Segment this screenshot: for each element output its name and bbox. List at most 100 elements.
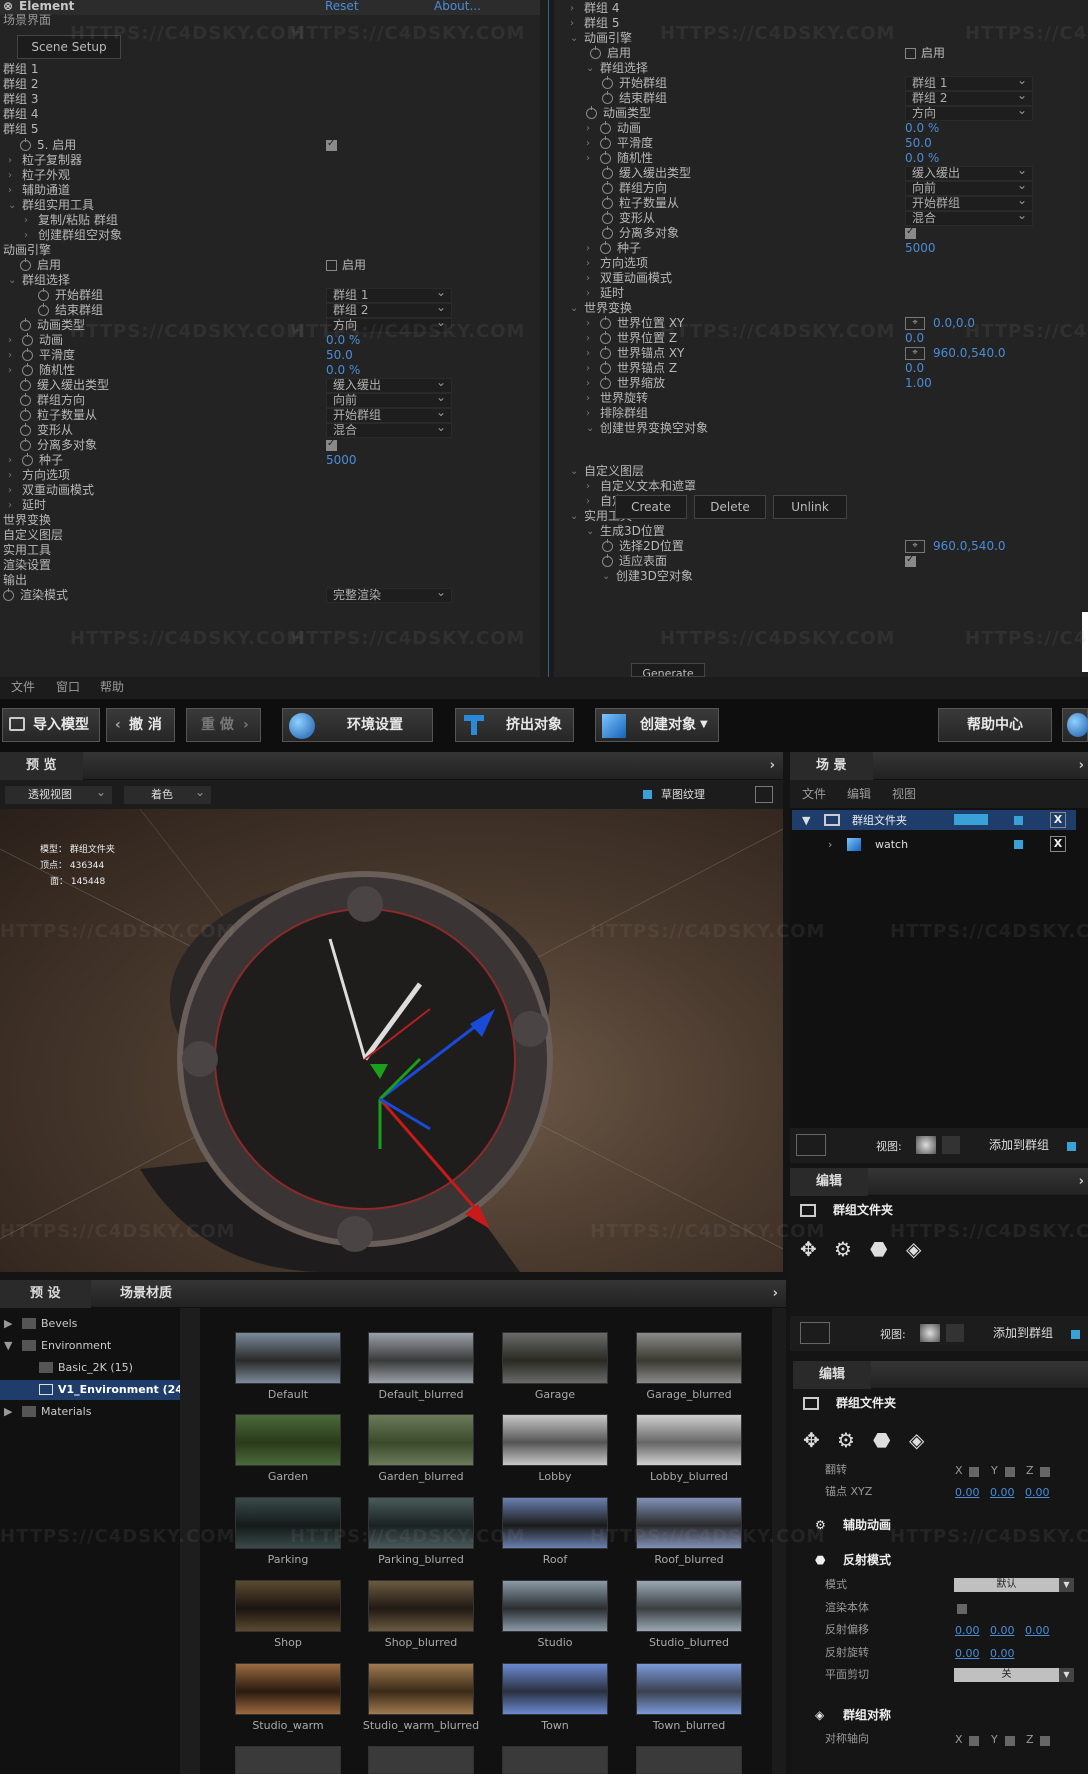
scale-icon-2[interactable]: ⬣	[873, 1429, 890, 1451]
right-checkbox[interactable]	[905, 554, 916, 567]
mirror-label[interactable]: 群组对称	[843, 1707, 891, 1724]
viewport[interactable]: 模型： 群组文件夹 顶点： 436344 面： 145448	[0, 809, 783, 1272]
tab-edit-2[interactable]: 编辑	[793, 1361, 872, 1389]
import-model-button[interactable]: 导入模型	[2, 708, 100, 742]
scene-add-group[interactable]: 添加到群组	[989, 1137, 1049, 1154]
preset-thumbnail[interactable]	[368, 1332, 474, 1384]
scene-menu-view[interactable]: 视图	[892, 786, 916, 803]
stopwatch-icon[interactable]	[3, 588, 14, 601]
right-dropdown[interactable]: 向前	[905, 179, 1033, 196]
right-dropdown[interactable]: 混合	[905, 209, 1033, 226]
stopwatch-icon[interactable]	[600, 376, 611, 389]
collapse-chevron-icon[interactable]: ⌄	[586, 420, 594, 437]
preset-thumbnail[interactable]	[235, 1746, 341, 1774]
create-button[interactable]: Create	[615, 495, 687, 519]
menu-file[interactable]: 文件	[11, 679, 35, 696]
ref-rot-x[interactable]: 0.00	[955, 1645, 980, 1662]
left-dropdown[interactable]: 开始群组	[326, 406, 452, 423]
preset-thumbnail[interactable]	[368, 1746, 474, 1774]
collapse-chevron-icon[interactable]: ⌄	[8, 197, 16, 214]
edit-arrow-icon[interactable]: ›	[1079, 1168, 1084, 1196]
right-enable-checkbox[interactable]	[905, 48, 916, 59]
point-value[interactable]: 960.0,540.0	[933, 538, 1006, 555]
enable-checkbox[interactable]	[326, 138, 337, 151]
move-icon-2[interactable]: ✥	[803, 1429, 820, 1451]
plane-clip-select[interactable]: 关	[954, 1668, 1059, 1682]
stopwatch-icon[interactable]	[600, 121, 611, 134]
stopwatch-icon[interactable]	[590, 46, 601, 59]
scene-row-watch[interactable]: › watch X	[792, 834, 1076, 854]
delete-button[interactable]: Delete	[694, 495, 766, 519]
collapse-chevron-icon[interactable]: ⌄	[570, 300, 578, 317]
right-dropdown[interactable]: 缓入缓出	[905, 164, 1033, 181]
right-dropdown[interactable]: 群组 2	[905, 89, 1033, 106]
stopwatch-icon[interactable]	[602, 196, 613, 209]
left-dropdown[interactable]: 群组 2	[326, 301, 452, 318]
view-mode-dropdown[interactable]: 透视视图	[5, 784, 112, 804]
tab-edit[interactable]: 编辑	[790, 1168, 869, 1196]
tree-materials[interactable]: ▶ Materials	[0, 1402, 180, 1422]
reset-link[interactable]: Reset	[325, 0, 359, 15]
stopwatch-icon[interactable]	[22, 333, 33, 346]
collapse-chevron-icon[interactable]: ⌄	[570, 508, 578, 525]
tree-v1-environment[interactable]: V1_Environment (24)	[0, 1380, 188, 1400]
ref-rot-y[interactable]: 0.00	[990, 1645, 1015, 1662]
right-checkbox[interactable]	[905, 226, 916, 239]
right-value[interactable]: 1.00	[905, 375, 932, 392]
preset-thumbnail[interactable]	[368, 1663, 474, 1715]
preset-thumbnail[interactable]	[368, 1580, 474, 1632]
flip-z-check[interactable]	[1040, 1467, 1050, 1477]
stopwatch-icon[interactable]	[20, 438, 31, 451]
enable-checkbox[interactable]	[326, 260, 337, 271]
extra-globe-button[interactable]	[1062, 708, 1088, 742]
preset-thumbnail[interactable]	[636, 1332, 742, 1384]
right-value[interactable]: 5000	[905, 240, 936, 257]
aux-anim-label[interactable]: 辅助动画	[843, 1517, 891, 1534]
stopwatch-icon[interactable]	[602, 554, 613, 567]
preset-thumbnail[interactable]	[502, 1414, 608, 1466]
stopwatch-icon[interactable]	[602, 181, 613, 194]
collapse-chevron-icon[interactable]: ⌄	[586, 523, 594, 540]
stopwatch-icon[interactable]	[586, 106, 597, 119]
anchor-x[interactable]: 0.00	[955, 1484, 980, 1501]
ref-offset-z[interactable]: 0.00	[1025, 1622, 1050, 1639]
rotate-gear-icon[interactable]: ⚙	[834, 1238, 852, 1260]
right-dropdown[interactable]: 群组 1	[905, 74, 1033, 91]
tree-basic2k[interactable]: Basic_2K (15)	[0, 1358, 180, 1378]
left-dropdown[interactable]: 缓入缓出	[326, 376, 452, 393]
left-value[interactable]: 0.0 %	[326, 362, 360, 379]
draft-texture-checkbox[interactable]	[643, 790, 652, 799]
left-scrollbar[interactable]	[540, 0, 548, 677]
unlink-button[interactable]: Unlink	[773, 495, 847, 519]
delete-x-icon[interactable]: X	[1050, 812, 1066, 828]
tree-expand-icon[interactable]: ▶	[4, 1315, 12, 1332]
preset-thumbnail[interactable]	[502, 1663, 608, 1715]
stopwatch-icon[interactable]	[600, 151, 611, 164]
crosshair-icon[interactable]: ⌖	[905, 347, 925, 360]
center-icon-2[interactable]: ◈	[909, 1429, 924, 1451]
tree-bevels[interactable]: ▶ Bevels	[0, 1314, 180, 1334]
menu-help[interactable]: 帮助	[100, 679, 124, 696]
expand-chevron-icon[interactable]: ›	[586, 150, 590, 167]
environment-button[interactable]: 环境设置	[282, 708, 433, 742]
presets-arrow-icon[interactable]: ›	[773, 1280, 778, 1308]
extrude-button[interactable]: 挤出对象	[455, 708, 574, 742]
tab-preview[interactable]: 预 览	[0, 752, 83, 780]
stopwatch-icon[interactable]	[600, 241, 611, 254]
stopwatch-icon[interactable]	[600, 331, 611, 344]
scene-arrow-icon[interactable]: ›	[1079, 752, 1084, 780]
preset-thumbnail[interactable]	[235, 1580, 341, 1632]
anchor-z[interactable]: 0.00	[1025, 1484, 1050, 1501]
stopwatch-icon[interactable]	[602, 226, 613, 239]
stopwatch-icon[interactable]	[600, 361, 611, 374]
stopwatch-icon[interactable]	[600, 316, 611, 329]
point-value[interactable]: 960.0,540.0	[933, 345, 1006, 362]
expand-icon[interactable]: ▼	[802, 812, 810, 829]
preset-thumbnail[interactable]	[502, 1332, 608, 1384]
collapse-icon[interactable]: ›	[828, 836, 832, 853]
collapse-chevron-icon[interactable]: ⌄	[602, 568, 610, 585]
scene-menu-edit[interactable]: 编辑	[847, 786, 871, 803]
preset-thumbnail[interactable]	[636, 1663, 742, 1715]
preset-thumbnail[interactable]	[502, 1580, 608, 1632]
stopwatch-icon[interactable]	[20, 378, 31, 391]
